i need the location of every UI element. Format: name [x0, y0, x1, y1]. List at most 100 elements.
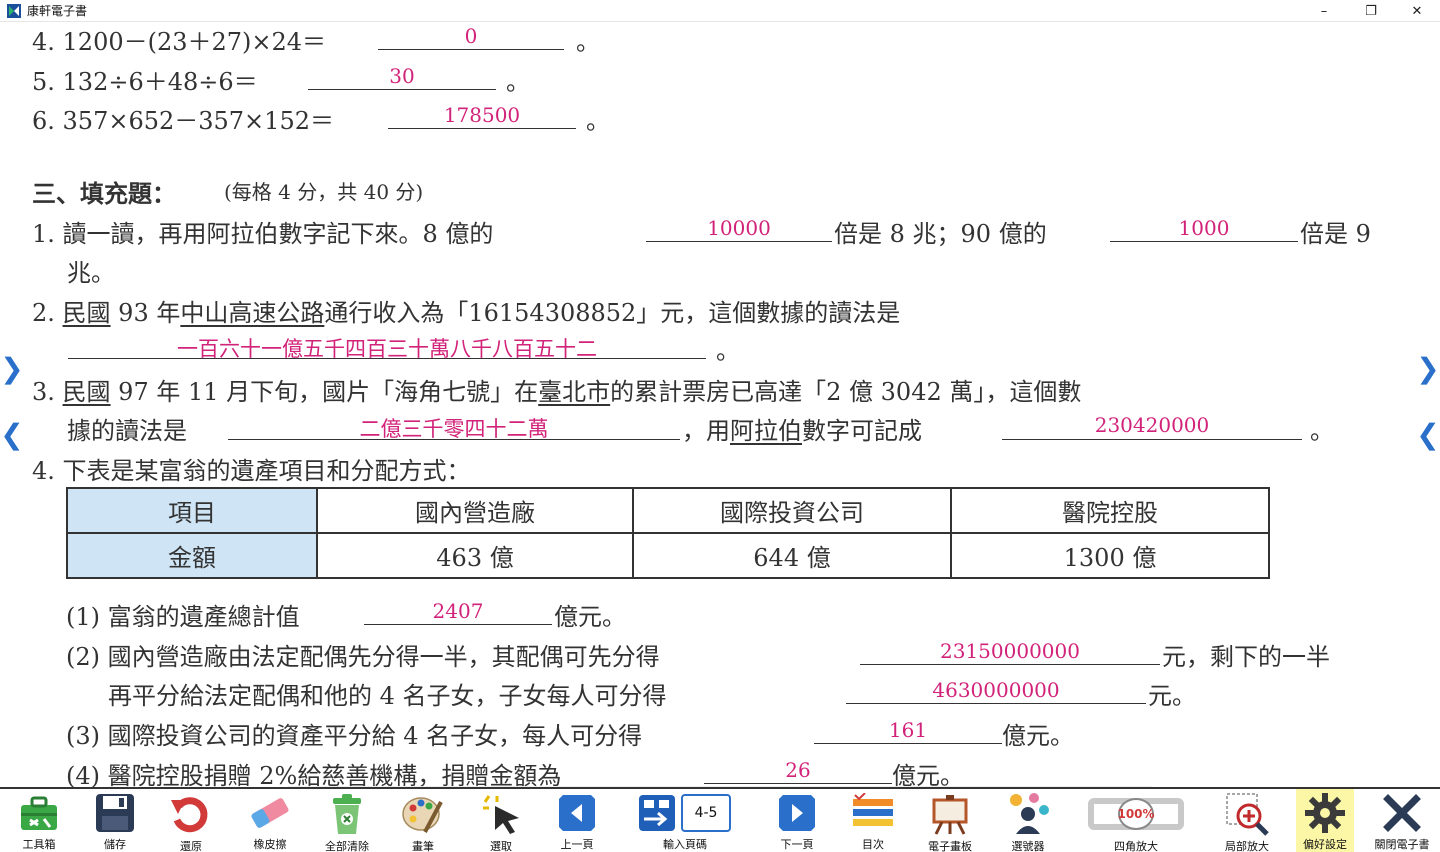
- window-title: 康軒電子書: [27, 4, 88, 18]
- fill-3-text-b: 的累計票房已高達「2 億 3042 萬」，這個數: [610, 378, 1082, 406]
- answer-sub-2b: 4630000000: [932, 678, 1060, 702]
- cursor-select-icon: [483, 795, 519, 834]
- close-book-label: 關閉電子書: [1374, 838, 1430, 851]
- book-page: 4. 1200－(23＋27)×24＝ 0 。 5. 132÷6＋48÷6＝ 3…: [0, 22, 1440, 787]
- sub-4-unit: 億元。: [892, 762, 964, 787]
- fill-3-text-3: ，用阿拉伯數字可記成: [682, 411, 922, 446]
- section-title: 三、填充題：: [32, 179, 176, 208]
- fill-4-text: 4. 下表是某富翁的遺產項目和分配方式：: [32, 457, 471, 485]
- fill-3-text: 3. 民國 97 年 11 月下旬，國片「海角七號」在臺北市的累計票房已高達「2…: [32, 372, 1081, 407]
- next-page-button[interactable]: 下一頁: [774, 789, 820, 852]
- title-bar: 康軒電子書 – ❐ ✕: [0, 0, 1440, 22]
- number-picker-label: 選號器: [1011, 840, 1045, 852]
- eraser-button[interactable]: 橡皮擦: [246, 789, 294, 852]
- question-5-text: 5. 132÷6＋48÷6＝: [32, 68, 258, 96]
- toc-button[interactable]: 目次: [848, 789, 898, 852]
- answer-blank: [860, 664, 1160, 665]
- term-city: 臺北市: [538, 378, 611, 406]
- item-number: 3.: [32, 378, 55, 406]
- answer-blank: [364, 624, 552, 625]
- estate-table: 項目 國內營造廠 國際投資公司 醫院控股 金額 463 億 644 億 1300…: [66, 487, 1270, 579]
- eraser-label: 橡皮擦: [253, 838, 287, 851]
- whiteboard-button[interactable]: 電子畫板: [924, 789, 976, 852]
- sub-2-unit: 元。: [1148, 682, 1196, 710]
- answer-blank: [1002, 439, 1302, 440]
- answer-q4: 0: [464, 24, 478, 48]
- whiteboard-label: 電子畫板: [928, 840, 972, 852]
- answer-q5: 30: [389, 64, 415, 88]
- clear-all-button[interactable]: 全部清除: [320, 789, 374, 852]
- answer-blank: [378, 49, 564, 50]
- toolbox-button[interactable]: 工具箱: [14, 789, 64, 852]
- punctuation: 。: [1310, 417, 1334, 445]
- answer-blank: [814, 743, 1002, 744]
- number-picker-button[interactable]: 選號器: [1004, 789, 1052, 852]
- select-label: 選取: [490, 840, 512, 852]
- eraser-icon: [251, 798, 289, 828]
- prev-page-button[interactable]: 上一頁: [553, 789, 601, 852]
- toolbox-icon: [21, 796, 57, 830]
- term-arabic: 阿拉伯: [730, 417, 802, 445]
- sub-2-text-3: 再平分給法定配偶和他的 4 名子女，子女每人可分得: [108, 682, 667, 710]
- goto-page-button[interactable]: 4-5 輸入頁碼: [636, 789, 734, 852]
- save-label: 儲存: [104, 838, 126, 851]
- table-cell: 644 億: [632, 532, 952, 579]
- answer-fill-3a: 二億三千零四十二萬: [359, 417, 549, 441]
- fill-3-text-a: 97 年 11 月下旬，國片「海角七號」在: [110, 378, 539, 406]
- maximize-button[interactable]: ❐: [1348, 0, 1394, 22]
- settings-button[interactable]: 偏好設定: [1296, 789, 1354, 852]
- undo-icon: [171, 797, 208, 833]
- answer-blank: [704, 783, 892, 784]
- table-header-row: 項目 國內營造廠 國際投資公司 醫院控股: [66, 487, 1270, 534]
- local-zoom-label: 局部放大: [1225, 840, 1269, 852]
- restore-button[interactable]: 還原: [168, 789, 214, 852]
- magnifier-plus-icon: [1226, 793, 1269, 836]
- save-button[interactable]: 儲存: [92, 789, 138, 852]
- pen-button[interactable]: 畫筆: [398, 789, 448, 852]
- fill-2-text-b: 通行收入為「16154308852」元，這個數據的讀法是: [324, 299, 901, 327]
- local-zoom-button[interactable]: 局部放大: [1220, 789, 1274, 852]
- easel-board-icon: [932, 795, 968, 835]
- section-note: (每格 4 分，共 40 分): [224, 180, 424, 204]
- fill-3-text-c: 數字可記成: [802, 417, 922, 445]
- minimize-button[interactable]: –: [1301, 0, 1347, 22]
- close-window-button[interactable]: ✕: [1394, 0, 1440, 22]
- table-cell: 463 億: [316, 532, 634, 579]
- table-cell: 金額: [66, 532, 318, 579]
- punctuation: 。: [506, 68, 530, 96]
- next-page-arrow-right-icon[interactable]: ❯: [1416, 352, 1440, 385]
- sub-1-unit: 億元。: [554, 603, 626, 631]
- table-cell: 項目: [66, 487, 318, 534]
- fill-1-text-2: 倍是 8 兆；90 億的: [834, 220, 1047, 248]
- next-page-label: 下一頁: [780, 838, 814, 851]
- answer-fill-3b: 230420000: [1094, 413, 1210, 437]
- settings-label: 偏好設定: [1303, 838, 1347, 851]
- toc-label: 目次: [862, 838, 884, 851]
- prev-page-arrow-left-icon[interactable]: ❮: [0, 418, 24, 451]
- punctuation: 。: [716, 337, 740, 365]
- answer-fill-1b: 1000: [1178, 216, 1230, 240]
- answer-fill-2: 一百六十一億五千四百三十萬八千八百五十二: [177, 337, 597, 361]
- close-book-button[interactable]: 關閉電子書: [1370, 789, 1434, 852]
- question-4-text: 4. 1200－(23＋27)×24＝: [32, 28, 327, 56]
- answer-fill-1a: 10000: [707, 216, 771, 240]
- fill-3-comma: ，用: [682, 417, 730, 445]
- gear-icon: [1305, 793, 1345, 833]
- sub-2-text: (2) 國內營造廠由法定配偶先分得一半，其配偶可先分得: [66, 643, 660, 671]
- punctuation: 。: [576, 28, 600, 56]
- term-minguo: 民國: [62, 299, 111, 327]
- goto-page-label: 輸入頁碼: [663, 838, 707, 851]
- page-number-input[interactable]: 4-5: [681, 794, 731, 832]
- answer-blank: [846, 703, 1146, 704]
- sub-2-text-2: 元，剩下的一半: [1162, 643, 1330, 671]
- answer-blank: [1110, 241, 1298, 242]
- four-corner-zoom-button[interactable]: 100% 四角放大: [1086, 789, 1186, 852]
- select-button[interactable]: 選取: [478, 789, 524, 852]
- table-row: 金額 463 億 644 億 1300 億: [66, 532, 1270, 579]
- next-page-arrow-left-icon[interactable]: ❯: [0, 352, 24, 385]
- student-picker-icon: [1010, 793, 1049, 834]
- bottom-toolbar: 工具箱 儲存 還原 橡皮擦 全部清除 畫筆 選取 上一頁 4-5 輸入頁碼 下一…: [0, 787, 1440, 852]
- prev-page-arrow-right-icon[interactable]: ❮: [1416, 418, 1440, 451]
- answer-blank: [308, 89, 496, 90]
- fill-1-text-3: 倍是 9: [1300, 220, 1371, 248]
